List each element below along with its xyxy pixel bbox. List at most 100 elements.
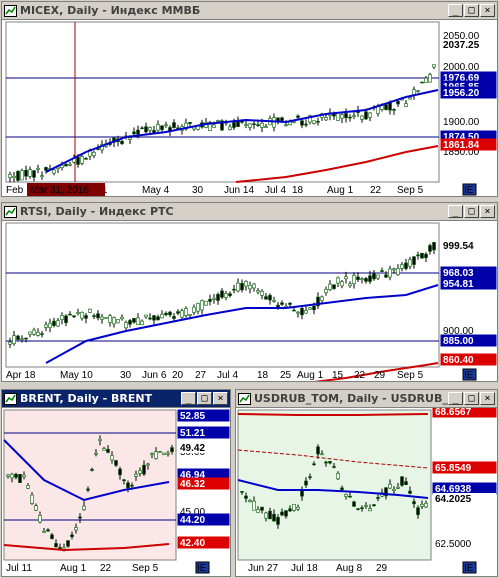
candle-body [344, 276, 348, 280]
candle-body [340, 281, 344, 287]
title-bar[interactable]: RTSI, Daily - Индекс РТС _ □ × [2, 203, 497, 221]
price-label: 860.40 [443, 355, 474, 366]
candle-body [160, 313, 164, 319]
chart-window-micex[interactable]: MICEX, Daily - Индекс ММВБ _ □ × 2050.00… [1, 1, 498, 197]
candle-body [98, 438, 102, 441]
close-button[interactable]: × [480, 4, 495, 17]
candle-body [156, 316, 160, 321]
window-title: RTSI, Daily - Индекс РТС [20, 205, 174, 218]
minimize-button[interactable]: _ [448, 4, 463, 17]
price-label: 52.85 [180, 411, 205, 422]
maximize-button[interactable]: □ [464, 392, 479, 405]
candle-body [316, 446, 320, 455]
candle-body [38, 515, 42, 523]
candle-body [146, 463, 150, 466]
candle-body [320, 453, 324, 456]
candle-body [144, 126, 148, 133]
minimize-icon: _ [185, 393, 192, 404]
candle-body [308, 476, 312, 478]
candle-body [396, 101, 400, 105]
candle-body [212, 297, 216, 300]
candle-body [16, 170, 20, 181]
price-label: 51.21 [180, 428, 205, 439]
price-chart[interactable]: 50.0045.0052.8551.2149.4246.9446.3244.20… [2, 408, 230, 576]
candle-body [160, 125, 164, 130]
price-label: 1861.84 [443, 140, 480, 151]
price-label: 46.32 [180, 479, 205, 490]
candle-body [348, 116, 352, 119]
close-button[interactable]: × [213, 392, 228, 405]
close-button[interactable]: × [480, 392, 495, 405]
candle-body [412, 256, 416, 265]
candle-body [70, 534, 74, 538]
candle-body [304, 310, 308, 314]
candle-body [240, 491, 244, 493]
candle-body [296, 115, 300, 118]
candle-body [176, 311, 180, 314]
chart-window-rtsi[interactable]: RTSI, Daily - Индекс РТС _ □ × 900.00 999… [1, 202, 498, 382]
price-chart[interactable]: 65.000062.500068.656765.854964.693864.20… [236, 408, 497, 576]
candle-body [16, 335, 20, 340]
candle-body [420, 81, 424, 84]
date-axis-label: Sep 5 [397, 185, 424, 196]
candle-body [8, 341, 12, 345]
candle-body [432, 242, 436, 251]
chart-window-icon [4, 4, 17, 17]
minimize-button[interactable]: _ [448, 392, 463, 405]
candle-body [332, 466, 336, 468]
candle-body [252, 500, 256, 511]
price-axis-label: 2000.00 [443, 62, 480, 73]
candle-body [416, 254, 420, 257]
candle-body [424, 253, 428, 258]
candle-body [376, 274, 380, 279]
candle-body [308, 307, 312, 310]
candle-body [36, 331, 40, 336]
price-label: 64.2025 [435, 494, 472, 505]
title-bar[interactable]: MICEX, Daily - Индекс ММВБ _ □ × [2, 2, 497, 20]
close-button[interactable]: × [480, 205, 495, 218]
chart-window-brent[interactable]: BRENT, Daily - BRENT _ □ × 50.0045.0052.… [1, 389, 231, 577]
date-cursor-label: Mar 31, 2016 [30, 185, 89, 196]
maximize-button[interactable]: □ [464, 4, 479, 17]
price-chart[interactable]: 2050.002000.001950.001900.001850.002037.… [2, 20, 497, 196]
date-axis-label: Jul 11 [6, 563, 32, 574]
navigator-icon-label: IE [197, 563, 207, 574]
candle-body [126, 482, 130, 489]
candle-body [340, 487, 344, 490]
candle-body [372, 273, 376, 280]
candle-body [248, 123, 252, 128]
candle-body [384, 274, 388, 278]
candle-body [268, 510, 272, 520]
date-axis-label: Aug 1 [327, 185, 354, 196]
title-bar[interactable]: USDRUB_TOM, Daily - USDRUB_ _ □ × [236, 390, 497, 408]
candle-body [216, 293, 220, 301]
candle-body [66, 540, 70, 547]
candle-body [192, 306, 196, 313]
candle-body [204, 300, 208, 306]
candle-body [220, 290, 224, 298]
candle-body [300, 490, 304, 497]
title-bar[interactable]: BRENT, Daily - BRENT _ □ × [2, 390, 230, 408]
minimize-button[interactable]: _ [448, 205, 463, 218]
chart-window-usdrub[interactable]: USDRUB_TOM, Daily - USDRUB_ _ □ × 65.000… [235, 389, 498, 577]
candle-body [328, 461, 332, 464]
candle-body [404, 481, 408, 486]
date-axis-label: Jul 18 [291, 563, 318, 574]
candle-body [344, 113, 348, 119]
candle-body [348, 495, 352, 498]
date-axis-label: 25 [280, 370, 292, 381]
candle-body [244, 124, 248, 126]
candle-body [268, 295, 272, 301]
maximize-icon: □ [468, 5, 475, 16]
maximize-button[interactable]: □ [197, 392, 212, 405]
candle-body [120, 316, 124, 320]
candle-body [252, 283, 256, 289]
maximize-button[interactable]: □ [464, 205, 479, 218]
minimize-button[interactable]: _ [181, 392, 196, 405]
price-chart[interactable]: 900.00999.54968.03954.81885.00860.40Apr … [2, 221, 497, 381]
date-axis-label: Jul 4 [217, 370, 239, 381]
candle-body [252, 123, 256, 126]
candle-body [74, 527, 78, 531]
candle-body [376, 497, 380, 499]
candle-body [352, 115, 356, 117]
